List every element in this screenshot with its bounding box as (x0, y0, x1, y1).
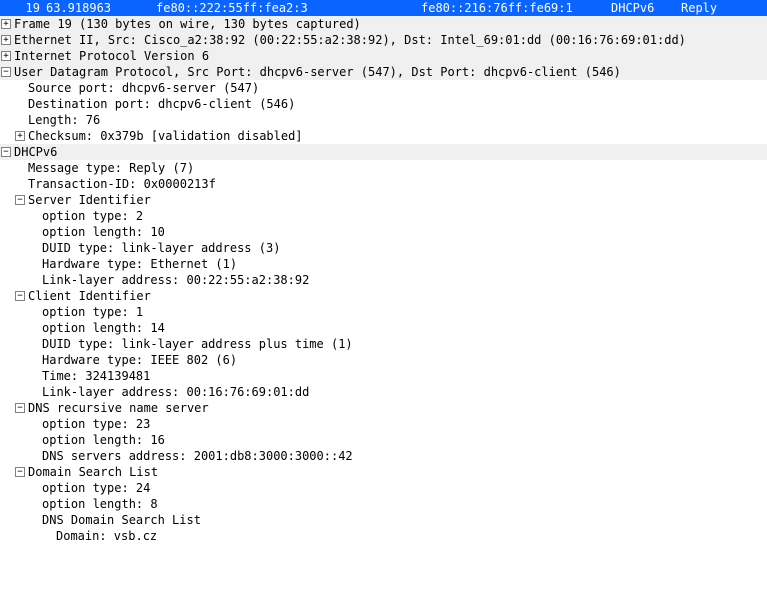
col-time: 63.918963 (46, 0, 156, 16)
dhcpv6-xid[interactable]: Transaction-ID: 0x0000213f (0, 176, 767, 192)
client-id-time[interactable]: Time: 324139481 (0, 368, 767, 384)
client-id-duidtype[interactable]: DUID type: link-layer address plus time … (0, 336, 767, 352)
dns-node[interactable]: − DNS recursive name server (0, 400, 767, 416)
udp-srcport[interactable]: Source port: dhcpv6-server (547) (0, 80, 767, 96)
server-id-duidtype[interactable]: DUID type: link-layer address (3) (0, 240, 767, 256)
col-proto: DHCPv6 (611, 0, 681, 16)
expand-icon[interactable]: + (1, 19, 11, 29)
frame-label: Frame 19 (130 bytes on wire, 130 bytes c… (14, 16, 361, 32)
client-id-lladdr[interactable]: Link-layer address: 00:16:76:69:01:dd (0, 384, 767, 400)
collapse-icon[interactable]: − (1, 147, 11, 157)
dhcpv6-msgtype[interactable]: Message type: Reply (7) (0, 160, 767, 176)
dsl-opttype[interactable]: option type: 24 (0, 480, 767, 496)
ethernet-label: Ethernet II, Src: Cisco_a2:38:92 (00:22:… (14, 32, 686, 48)
dsl-domain[interactable]: Domain: vsb.cz (0, 528, 767, 544)
dhcpv6-label: DHCPv6 (14, 144, 57, 160)
udp-checksum[interactable]: + Checksum: 0x379b [validation disabled] (0, 128, 767, 144)
udp-node[interactable]: − User Datagram Protocol, Src Port: dhcp… (0, 64, 767, 80)
server-id-optlen[interactable]: option length: 10 (0, 224, 767, 240)
dns-addr[interactable]: DNS servers address: 2001:db8:3000:3000:… (0, 448, 767, 464)
col-no: 19 (2, 0, 46, 16)
col-src: fe80::222:55ff:fea2:3 (156, 0, 421, 16)
dhcpv6-node[interactable]: − DHCPv6 (0, 144, 767, 160)
dsl-node[interactable]: − Domain Search List (0, 464, 767, 480)
dns-opttype[interactable]: option type: 23 (0, 416, 767, 432)
client-id-optlen[interactable]: option length: 14 (0, 320, 767, 336)
server-id-opttype[interactable]: option type: 2 (0, 208, 767, 224)
ipv6-label: Internet Protocol Version 6 (14, 48, 209, 64)
server-id-lladdr[interactable]: Link-layer address: 00:22:55:a2:38:92 (0, 272, 767, 288)
server-id-node[interactable]: − Server Identifier (0, 192, 767, 208)
col-dst: fe80::216:76ff:fe69:1 (421, 0, 611, 16)
dsl-optlen[interactable]: option length: 8 (0, 496, 767, 512)
collapse-icon[interactable]: − (15, 467, 25, 477)
client-id-hwtype[interactable]: Hardware type: IEEE 802 (6) (0, 352, 767, 368)
collapse-icon[interactable]: − (15, 291, 25, 301)
udp-label: User Datagram Protocol, Src Port: dhcpv6… (14, 64, 621, 80)
udp-dstport[interactable]: Destination port: dhcpv6-client (546) (0, 96, 767, 112)
dsl-list[interactable]: DNS Domain Search List (0, 512, 767, 528)
expand-icon[interactable]: + (1, 35, 11, 45)
client-id-opttype[interactable]: option type: 1 (0, 304, 767, 320)
frame-node[interactable]: + Frame 19 (130 bytes on wire, 130 bytes… (0, 16, 767, 32)
udp-length[interactable]: Length: 76 (0, 112, 767, 128)
col-info: Reply (681, 0, 765, 16)
protocol-tree: + Frame 19 (130 bytes on wire, 130 bytes… (0, 16, 767, 544)
server-id-hwtype[interactable]: Hardware type: Ethernet (1) (0, 256, 767, 272)
expand-icon[interactable]: + (15, 131, 25, 141)
ipv6-node[interactable]: + Internet Protocol Version 6 (0, 48, 767, 64)
client-id-node[interactable]: − Client Identifier (0, 288, 767, 304)
ethernet-node[interactable]: + Ethernet II, Src: Cisco_a2:38:92 (00:2… (0, 32, 767, 48)
dns-optlen[interactable]: option length: 16 (0, 432, 767, 448)
collapse-icon[interactable]: − (1, 67, 11, 77)
expand-icon[interactable]: + (1, 51, 11, 61)
packet-list-row[interactable]: 19 63.918963 fe80::222:55ff:fea2:3 fe80:… (0, 0, 767, 16)
collapse-icon[interactable]: − (15, 403, 25, 413)
collapse-icon[interactable]: − (15, 195, 25, 205)
